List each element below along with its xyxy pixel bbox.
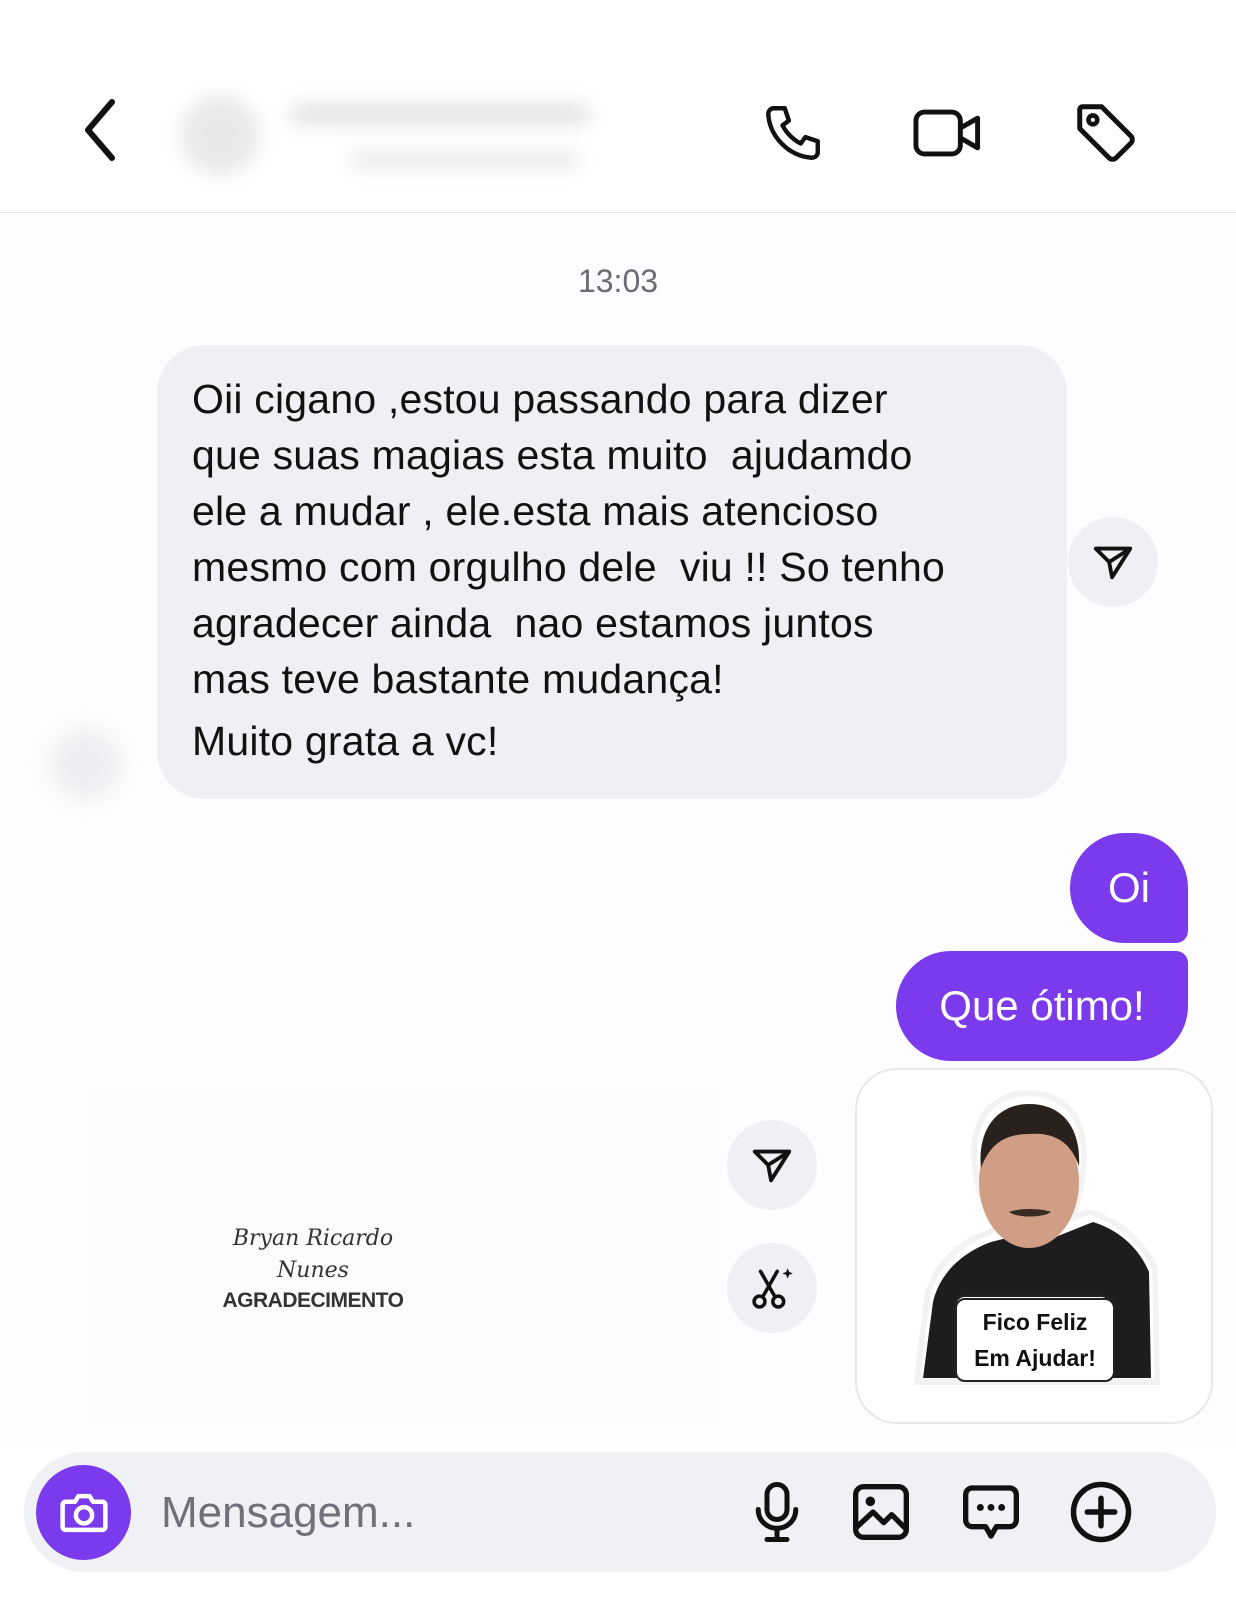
message-thread[interactable]: 13:03 Oii cigano ,estou passando para di… (0, 213, 1236, 1448)
send-arrow-icon (752, 1149, 792, 1183)
outgoing-message-bubble[interactable]: Oi (1070, 833, 1188, 943)
image-icon (853, 1484, 909, 1540)
message-line: agradecer ainda nao estamos juntos (192, 600, 874, 646)
signature-name: Bryan Ricardo Nunes (88, 1223, 538, 1287)
message-line: ele a mudar , ele.esta mais atencioso (192, 488, 879, 534)
signature-name-line: Nunes (277, 1258, 349, 1283)
back-button[interactable] (70, 95, 130, 165)
contact-profile[interactable] (180, 95, 610, 185)
signature-caption: AGRADECIMENTO (222, 1289, 404, 1312)
scissors-sparkle-icon (752, 1268, 793, 1309)
message-input[interactable] (159, 1476, 723, 1550)
contact-status (350, 151, 580, 169)
send-arrow-icon (1093, 546, 1133, 580)
signature-name-line: Bryan Ricardo (232, 1226, 394, 1251)
contact-name (290, 103, 590, 125)
tag-button[interactable] (1068, 95, 1144, 171)
add-button[interactable] (1066, 1477, 1136, 1547)
outgoing-message-bubble[interactable]: Que ótimo! (896, 951, 1188, 1061)
message-line: mas teve bastante mudança! (192, 656, 724, 702)
message-line: Oii cigano ,estou passando para dizer (192, 376, 888, 422)
chat-header (0, 0, 1236, 213)
phone-icon (766, 106, 820, 160)
gallery-button[interactable] (846, 1477, 916, 1547)
sticker-caption: Fico Feliz Em Ajudar! (955, 1298, 1115, 1382)
message-line: mesmo com orgulho dele viu !! So tenho (192, 544, 946, 590)
video-call-button[interactable] (908, 95, 988, 171)
microphone-icon (755, 1482, 799, 1542)
video-camera-icon (913, 109, 981, 157)
plus-circle-icon (1070, 1481, 1132, 1543)
shared-image[interactable]: Bryan Ricardo Nunes AGRADECIMENTO (88, 1093, 718, 1423)
avatar (180, 95, 260, 175)
message-line: Muito grata a vc! (192, 718, 499, 764)
voice-call-button[interactable] (755, 95, 831, 171)
tag-icon (1077, 104, 1135, 162)
camera-button[interactable] (36, 1465, 131, 1560)
sticker-message[interactable]: Fico Feliz Em Ajudar! (855, 1068, 1213, 1424)
microphone-button[interactable] (742, 1477, 812, 1547)
forward-button[interactable] (727, 1120, 817, 1210)
chat-bubble-icon (963, 1485, 1019, 1539)
incoming-message-bubble[interactable]: Oii cigano ,estou passando para dizer qu… (157, 345, 1067, 799)
chat-menu-button[interactable] (956, 1477, 1026, 1547)
sticker-caption-line: Fico Feliz (982, 1309, 1088, 1335)
sender-avatar (50, 729, 120, 799)
camera-icon (59, 1493, 108, 1532)
forward-button[interactable] (1068, 517, 1158, 607)
message-line: que suas magias esta muito ajudamdo (192, 432, 913, 478)
message-timestamp: 13:03 (577, 263, 659, 299)
sticker-cutout-button[interactable] (727, 1243, 817, 1333)
chevron-left-icon (85, 99, 115, 161)
sticker-caption-line: Em Ajudar! (974, 1345, 1096, 1371)
message-composer (24, 1452, 1216, 1572)
